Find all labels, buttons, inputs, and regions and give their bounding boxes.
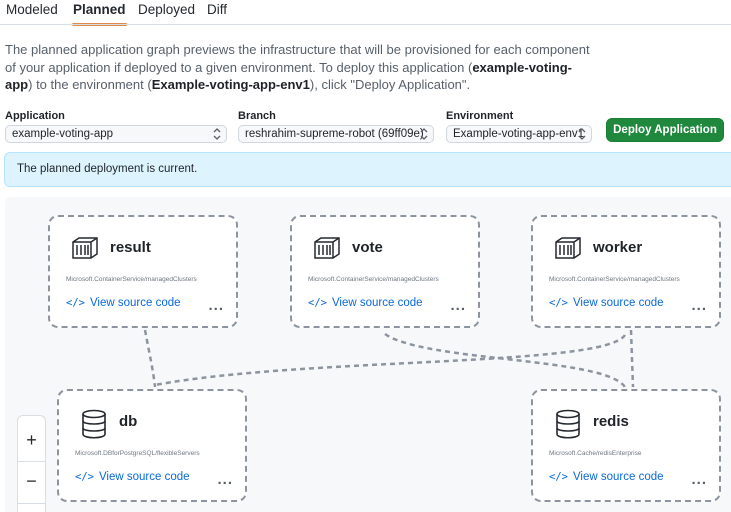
code-icon: </>: [66, 297, 85, 309]
node-name: vote: [352, 239, 383, 256]
select-chevron-icon: [578, 128, 586, 140]
branch-select-value: reshrahim-supreme-robot (69ff09e): [245, 128, 424, 140]
deploy-application-button[interactable]: Deploy Application: [606, 118, 724, 142]
database-icon: [556, 409, 580, 439]
view-source-label: View source code: [331, 297, 423, 309]
zoom-divider: [17, 461, 46, 462]
node-type: Microsoft.ContainerService/managedCluste…: [66, 276, 197, 283]
node-type: Microsoft.Cache/redisEnterprise: [549, 450, 642, 457]
environment-select[interactable]: Example-voting-app-env1: [446, 125, 592, 143]
view-source-label: View source code: [98, 471, 190, 483]
planned-description: The planned application graph previews t…: [5, 41, 595, 94]
node-type: Microsoft.ContainerService/managedCluste…: [549, 276, 680, 283]
node-name: redis: [593, 413, 629, 430]
node-type: Microsoft.DBforPostgreSQL/flexibleServer…: [75, 450, 200, 457]
edge-result-db: [143, 329, 157, 388]
more-options-icon[interactable]: ...: [691, 471, 707, 488]
view-source-link[interactable]: </> View source code: [549, 297, 664, 309]
more-options-icon[interactable]: ...: [217, 471, 233, 488]
environment-select-value: Example-voting-app-env1: [453, 128, 585, 140]
more-options-icon[interactable]: ...: [208, 297, 224, 314]
node-type: Microsoft.ContainerService/managedCluste…: [308, 276, 439, 283]
node-vote[interactable]: vote Microsoft.ContainerService/managedC…: [290, 215, 480, 328]
description-env-name: Example-voting-app-env1: [151, 77, 310, 92]
zoom-in-button[interactable]: +: [17, 426, 46, 454]
view-source-link[interactable]: </> View source code: [66, 297, 181, 309]
application-select-value: example-voting-app: [12, 128, 114, 140]
view-source-label: View source code: [89, 297, 181, 309]
environment-label: Environment: [446, 110, 514, 122]
description-text-3: ), click "Deploy Application".: [309, 77, 471, 92]
application-select[interactable]: example-voting-app: [5, 125, 227, 143]
edge-worker-db: [629, 329, 635, 388]
view-source-link[interactable]: </> View source code: [308, 297, 423, 309]
node-name: db: [119, 413, 138, 430]
code-icon: </>: [549, 471, 568, 483]
node-result[interactable]: result Microsoft.ContainerService/manage…: [48, 215, 238, 328]
application-label: Application: [5, 110, 65, 122]
node-worker[interactable]: worker Microsoft.ContainerService/manage…: [531, 215, 721, 328]
container-icon: [72, 237, 98, 259]
database-icon: [82, 409, 106, 439]
tab-diff[interactable]: Diff: [207, 2, 227, 17]
tab-modeled[interactable]: Modeled: [6, 2, 58, 17]
edge-vote-db: [154, 334, 627, 387]
zoom-divider: [17, 503, 46, 504]
deployment-status-banner: The planned deployment is current.: [4, 152, 731, 187]
code-icon: </>: [308, 297, 327, 309]
more-options-icon[interactable]: ...: [691, 297, 707, 314]
view-source-link[interactable]: </> View source code: [549, 471, 664, 483]
view-source-link[interactable]: </> View source code: [75, 471, 190, 483]
view-tabs: Modeled Planned Deployed Diff: [0, 0, 731, 26]
node-name: worker: [593, 239, 643, 256]
node-redis[interactable]: redis Microsoft.Cache/redisEnterprise </…: [531, 389, 721, 502]
select-chevron-icon: [420, 128, 428, 140]
edge-worker-redis: [384, 332, 627, 388]
code-icon: </>: [549, 297, 568, 309]
more-options-icon[interactable]: ...: [450, 297, 466, 314]
code-icon: </>: [75, 471, 94, 483]
node-name: result: [110, 239, 151, 256]
zoom-out-button[interactable]: −: [17, 467, 46, 495]
branch-label: Branch: [238, 110, 276, 122]
tab-planned[interactable]: Planned: [72, 2, 127, 26]
node-db[interactable]: db Microsoft.DBforPostgreSQL/flexibleSer…: [57, 389, 247, 502]
view-source-label: View source code: [572, 471, 664, 483]
tabs-divider: [0, 24, 731, 25]
branch-select[interactable]: reshrahim-supreme-robot (69ff09e): [238, 125, 434, 143]
select-chevron-icon: [213, 128, 221, 140]
container-icon: [314, 237, 340, 259]
container-icon: [555, 237, 581, 259]
view-source-label: View source code: [572, 297, 664, 309]
description-text-2: ) to the environment (: [28, 77, 152, 92]
tab-deployed[interactable]: Deployed: [138, 2, 195, 17]
application-graph-canvas[interactable]: result Microsoft.ContainerService/manage…: [5, 197, 731, 512]
